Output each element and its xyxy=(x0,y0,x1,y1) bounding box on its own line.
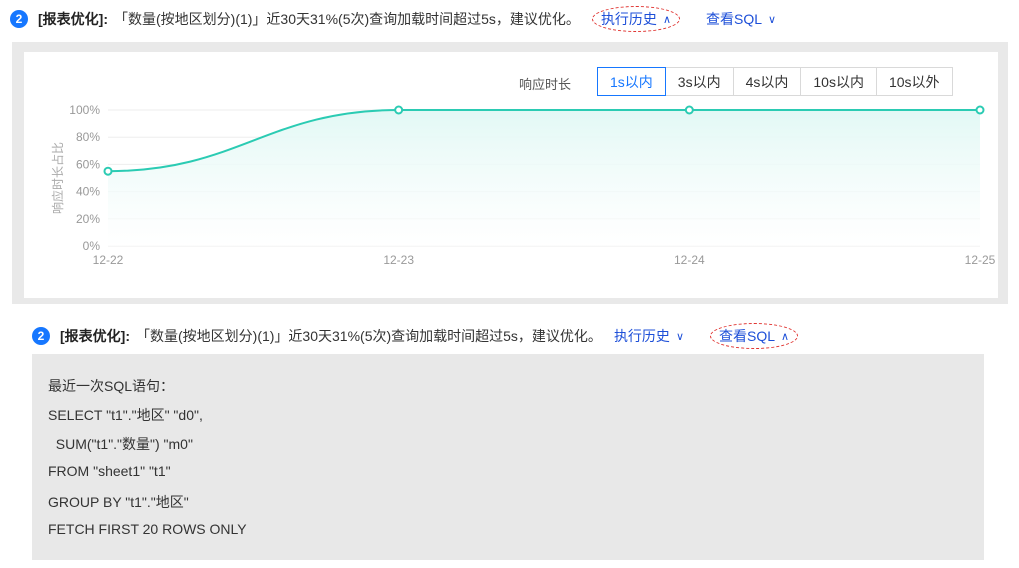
range-btn-10s[interactable]: 10s以内 xyxy=(800,67,877,96)
history-link[interactable]: 执行历史 ∨ xyxy=(614,326,684,346)
x-tick-label: 12-24 xyxy=(674,253,705,267)
y-tick-label: 100% xyxy=(69,103,100,117)
chevron-up-icon: ∧ xyxy=(662,13,671,26)
sql-panel: 最近一次SQL语句： SELECT "t1"."地区" "d0", SUM("t… xyxy=(32,354,984,560)
suggestion-message: 「数量(按地区划分)(1)」近30天31%(5次)查询加载时间超过5s，建议优化… xyxy=(136,328,602,344)
chevron-up-icon: ∧ xyxy=(781,330,790,343)
view-sql-link[interactable]: 查看SQL ∨ xyxy=(706,9,776,29)
history-link[interactable]: 执行历史 ∧ xyxy=(591,6,680,32)
series-area xyxy=(108,110,980,246)
index-badge: 2 xyxy=(32,327,50,345)
y-tick-label: 20% xyxy=(76,212,100,226)
y-axis-title: 响应时长占比 xyxy=(50,142,65,214)
suggestion-tag: [报表优化]: xyxy=(60,328,130,344)
x-tick-label: 12-23 xyxy=(383,253,414,267)
history-panel: 0% 20% 40% 60% 80% 100% 12-22 12-23 12-24 12-25 响应… xyxy=(12,42,1008,304)
view-sql-label: 查看SQL xyxy=(706,11,763,27)
x-tick-label: 12-22 xyxy=(93,253,124,267)
suggestion-row-1: 2 [报表优化]: 「数量(按地区划分)(1)」近30天31%(5次)查询加载时… xyxy=(10,6,776,32)
view-sql-label: 查看SQL xyxy=(719,328,776,344)
sql-title: 最近一次SQL语句： xyxy=(48,378,175,394)
suggestion-message: 「数量(按地区划分)(1)」近30天31%(5次)查询加载时间超过5s，建议优化… xyxy=(114,11,580,27)
chevron-down-icon: ∨ xyxy=(768,13,777,26)
range-btn-1s[interactable]: 1s以内 xyxy=(597,67,666,96)
sql-line: GROUP BY "t1"."地区" xyxy=(48,494,189,510)
chevron-down-icon: ∨ xyxy=(675,330,684,343)
data-point xyxy=(975,105,985,115)
suggestion-row-2: 2 [报表优化]: 「数量(按地区划分)(1)」近30天31%(5次)查询加载时… xyxy=(32,323,799,349)
chart-card: 0% 20% 40% 60% 80% 100% 12-22 12-23 12-24 12-25 响应… xyxy=(24,52,998,298)
data-point xyxy=(394,105,404,115)
y-tick-label: 80% xyxy=(76,130,100,144)
y-tick-label: 60% xyxy=(76,157,100,171)
view-sql-link[interactable]: 查看SQL ∧ xyxy=(710,323,799,349)
range-label: 响应时长 xyxy=(519,77,572,92)
history-link-label: 执行历史 xyxy=(600,11,657,27)
range-btn-4s[interactable]: 4s以内 xyxy=(732,67,802,96)
sql-line: SELECT "t1"."地区" "d0", xyxy=(48,407,203,423)
x-tick-label: 12-25 xyxy=(965,253,996,267)
range-filter-group: 1s以内 3s以内 4s以内 10s以内 10s以外 xyxy=(597,67,953,96)
sql-line: SUM("t1"."数量") "m0" xyxy=(48,436,193,452)
y-tick-label: 0% xyxy=(83,239,101,253)
index-badge: 2 xyxy=(10,10,28,28)
data-point xyxy=(103,166,113,176)
y-tick-label: 40% xyxy=(76,185,100,199)
sql-line: FETCH FIRST 20 ROWS ONLY xyxy=(48,521,247,537)
sql-line: FROM "sheet1" "t1" xyxy=(48,463,171,479)
suggestion-tag: [报表优化]: xyxy=(38,11,108,27)
history-link-label: 执行历史 xyxy=(613,328,670,344)
range-btn-over-10s[interactable]: 10s以外 xyxy=(875,67,953,96)
range-btn-3s[interactable]: 3s以内 xyxy=(664,67,734,96)
data-point xyxy=(684,105,694,115)
